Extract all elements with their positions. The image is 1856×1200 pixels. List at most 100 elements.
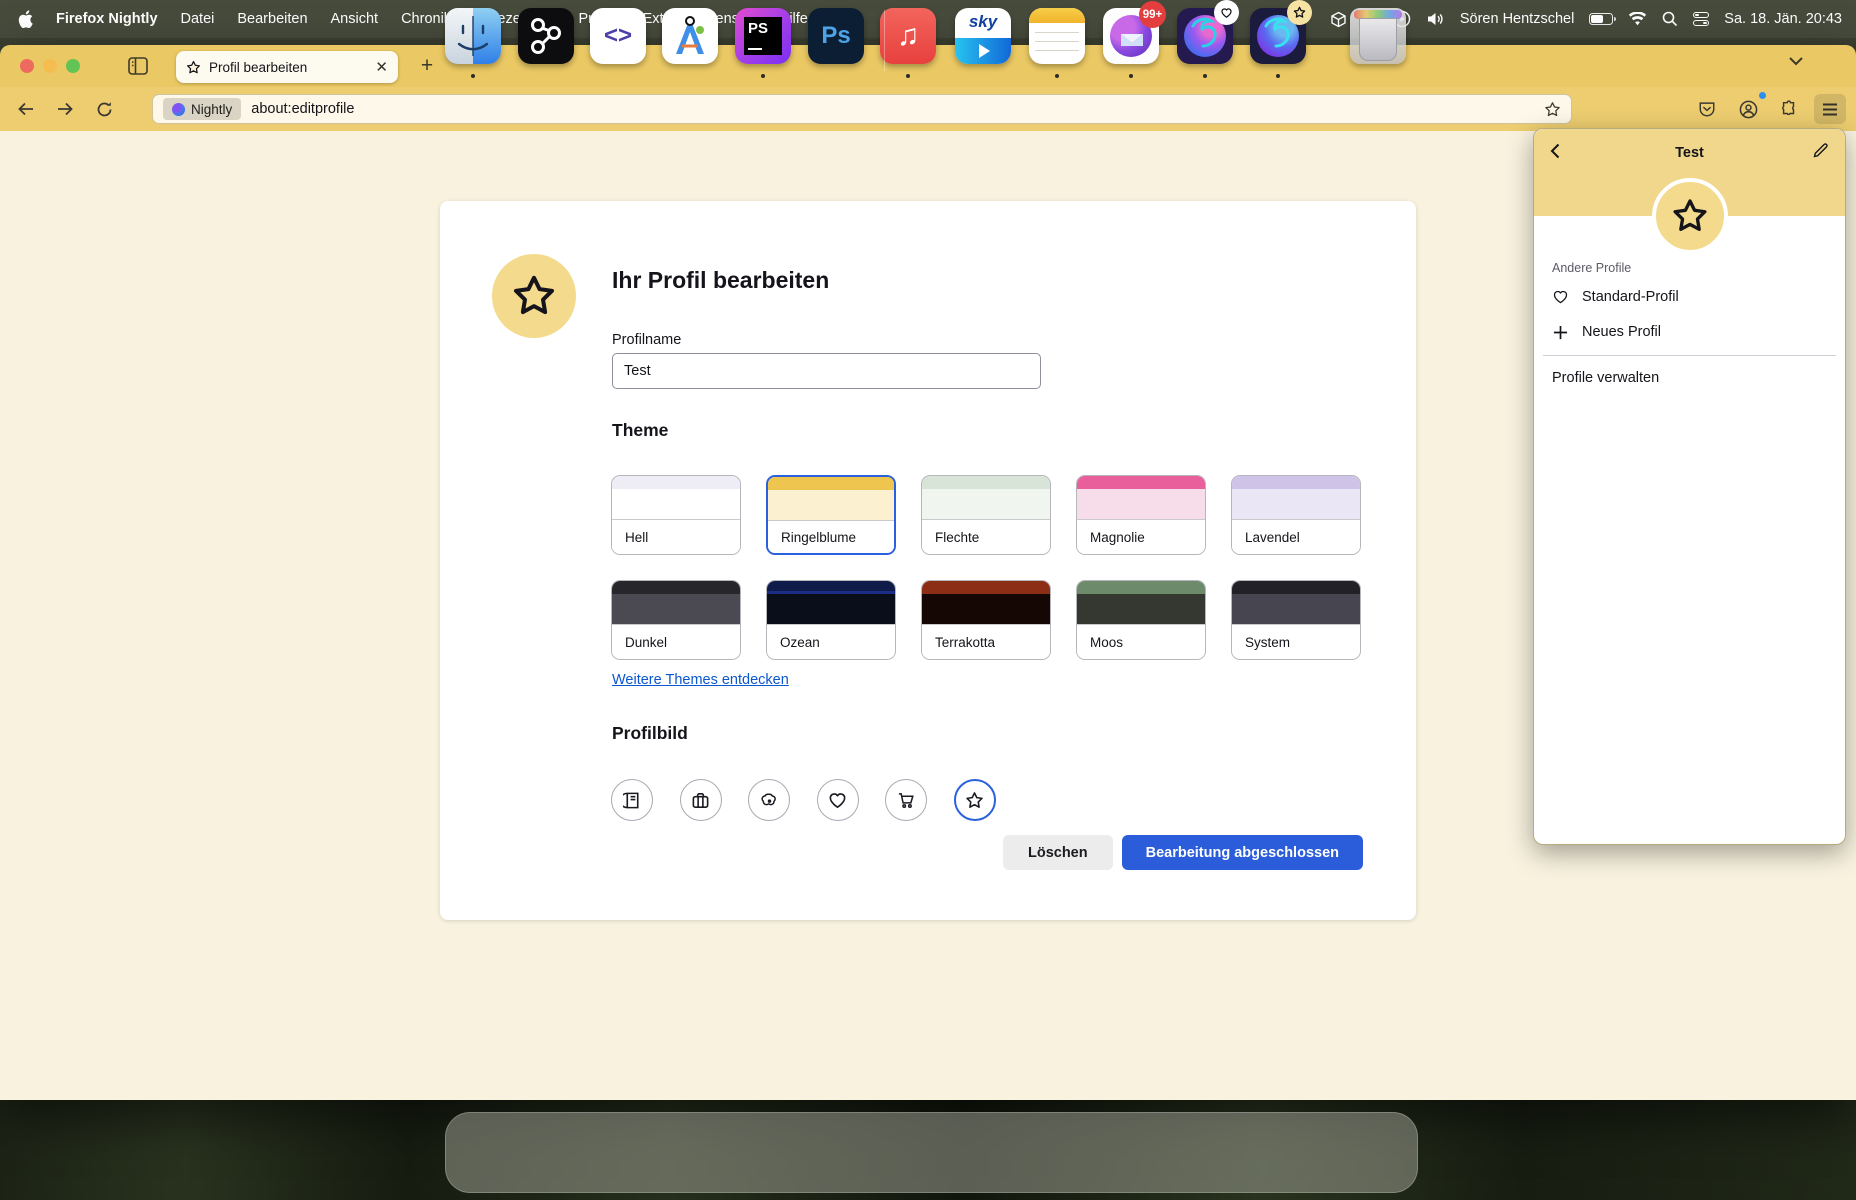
menu-item-chronik[interactable]: Chronik <box>401 11 451 27</box>
manage-profiles-item[interactable]: Profile verwalten <box>1552 370 1659 386</box>
menubar-username[interactable]: Sören Hentzschel <box>1460 11 1574 27</box>
theme-card-hell[interactable]: Hell <box>611 475 741 555</box>
apple-menu-icon[interactable] <box>18 10 33 28</box>
dock-code-editor-icon[interactable]: <> <box>590 8 646 64</box>
briefcase-icon <box>691 791 710 810</box>
heart-icon <box>1552 289 1569 305</box>
app-menu-hamburger-icon[interactable] <box>1814 94 1846 124</box>
menu-item-ansicht[interactable]: Ansicht <box>331 11 379 27</box>
volume-icon[interactable] <box>1426 11 1445 27</box>
dock-running-dot <box>1203 74 1207 78</box>
bookmark-star-icon[interactable] <box>1544 101 1561 118</box>
close-window-button[interactable] <box>20 59 34 73</box>
menu-item-bearbeiten[interactable]: Bearbeiten <box>237 11 307 27</box>
panel-edit-pencil-icon[interactable] <box>1812 142 1829 159</box>
menu-item-neues-profil[interactable]: Neues Profil <box>1534 316 1845 348</box>
theme-card-dunkel[interactable]: Dunkel <box>611 580 741 660</box>
theme-card-system[interactable]: System <box>1231 580 1361 660</box>
thunderbird-badge: 99+ <box>1139 1 1166 28</box>
dock-notes-icon[interactable] <box>1029 8 1085 64</box>
menu-app-name[interactable]: Firefox Nightly <box>56 11 158 27</box>
theme-label: Hell <box>612 519 740 554</box>
dock-running-dot <box>471 74 475 78</box>
desktop: Firefox Nightly Datei Bearbeiten Ansicht… <box>0 0 1856 1200</box>
control-center-icon[interactable] <box>1693 12 1709 26</box>
theme-card-flechte[interactable]: Flechte <box>921 475 1051 555</box>
theme-label: Moos <box>1077 624 1205 659</box>
extensions-puzzle-icon[interactable] <box>1773 94 1805 124</box>
dock-separator <box>884 10 885 71</box>
theme-card-terrakotta[interactable]: Terrakotta <box>921 580 1051 660</box>
avatar-option-star-selected[interactable] <box>954 779 996 821</box>
action-buttons: Löschen Bearbeitung abgeschlossen <box>1003 835 1363 870</box>
cube-icon[interactable] <box>1330 11 1347 28</box>
dock-running-dot <box>761 74 765 78</box>
forward-icon[interactable] <box>49 94 81 124</box>
dock-thunderbird-icon[interactable]: 99+ <box>1103 8 1159 64</box>
search-icon[interactable] <box>1662 11 1678 27</box>
pocket-icon[interactable] <box>1691 94 1723 124</box>
dock-node-graph-app-icon[interactable] <box>518 8 574 64</box>
menu-item-standard-profil[interactable]: Standard-Profil <box>1534 281 1845 313</box>
dock-finder-icon[interactable] <box>445 8 501 64</box>
menu-item-label: Standard-Profil <box>1582 289 1679 305</box>
reload-icon[interactable] <box>88 94 120 124</box>
phpstorm-ps-glyph: PS <box>748 20 768 37</box>
dock-running-dot <box>1055 74 1059 78</box>
firefox-mini-icon <box>172 103 185 116</box>
theme-grid: Hell Ringelblume Flechte Magnolie <box>611 475 1361 660</box>
new-tab-button[interactable]: + <box>415 55 439 79</box>
done-button[interactable]: Bearbeitung abgeschlossen <box>1122 835 1363 870</box>
theme-card-ringelblume-selected[interactable]: Ringelblume <box>766 475 896 555</box>
dock-photoshop-icon[interactable]: Ps <box>808 8 864 64</box>
back-icon[interactable] <box>10 94 42 124</box>
theme-card-ozean[interactable]: Ozean <box>766 580 896 660</box>
avatar-option-book[interactable] <box>611 779 653 821</box>
sidebar-toggle-icon[interactable] <box>125 54 151 78</box>
tab-close-icon[interactable]: ✕ <box>375 60 388 75</box>
url-bar[interactable]: Nightly about:editprofile <box>152 94 1572 124</box>
menu-item-datei[interactable]: Datei <box>181 11 215 27</box>
profile-avatar <box>492 254 576 338</box>
url-text[interactable]: about:editprofile <box>251 101 1534 117</box>
code-brackets-glyph: <> <box>604 22 632 50</box>
profiles-panel: Test Andere Profile Standard-Profil Neue… <box>1533 128 1846 845</box>
wifi-icon[interactable] <box>1628 12 1647 26</box>
discover-themes-link[interactable]: Weitere Themes entdecken <box>612 672 789 688</box>
tab-profil-bearbeiten[interactable]: Profil bearbeiten ✕ <box>176 51 398 83</box>
dock-firefox-nightly-icon[interactable] <box>1250 8 1306 64</box>
avatar-option-flower[interactable] <box>748 779 790 821</box>
account-icon[interactable] <box>1732 94 1764 124</box>
battery-icon[interactable] <box>1589 13 1613 25</box>
dock-running-dot <box>1276 74 1280 78</box>
avatar-option-briefcase[interactable] <box>680 779 722 821</box>
dock-firefox-icon[interactable] <box>1177 8 1233 64</box>
avatar-option-heart[interactable] <box>817 779 859 821</box>
avatar-option-cart[interactable] <box>885 779 927 821</box>
dock-music-icon[interactable]: ♫ <box>880 8 936 64</box>
theme-card-magnolie[interactable]: Magnolie <box>1076 475 1206 555</box>
list-all-tabs-chevron-icon[interactable] <box>1788 56 1804 66</box>
identity-chip[interactable]: Nightly <box>163 98 241 120</box>
navigation-toolbar: Nightly about:editprofile <box>0 87 1856 131</box>
firefox-heart-badge-icon <box>1214 0 1239 25</box>
zoom-window-button[interactable] <box>66 59 80 73</box>
minimize-window-button[interactable] <box>43 59 57 73</box>
avatar-section-heading: Profilbild <box>612 723 688 744</box>
dock-sky-icon[interactable]: sky <box>955 8 1011 64</box>
panel-profile-title: Test <box>1534 145 1845 161</box>
dock-phpstorm-icon[interactable]: PS <box>735 8 791 64</box>
book-icon <box>623 791 642 810</box>
star-icon <box>965 791 984 810</box>
theme-card-moos[interactable]: Moos <box>1076 580 1206 660</box>
theme-label: System <box>1232 624 1360 659</box>
menubar-clock[interactable]: Sa. 18. Jän. 20:43 <box>1724 11 1842 27</box>
delete-button[interactable]: Löschen <box>1003 835 1113 870</box>
page-title: Ihr Profil bearbeiten <box>612 267 829 294</box>
dock-trash-icon[interactable] <box>1350 8 1406 64</box>
sky-wordmark: sky <box>955 12 1011 32</box>
cart-icon <box>897 791 916 810</box>
theme-card-lavendel[interactable]: Lavendel <box>1231 475 1361 555</box>
dock-android-studio-icon[interactable] <box>662 8 718 64</box>
profile-name-input[interactable] <box>612 353 1041 389</box>
